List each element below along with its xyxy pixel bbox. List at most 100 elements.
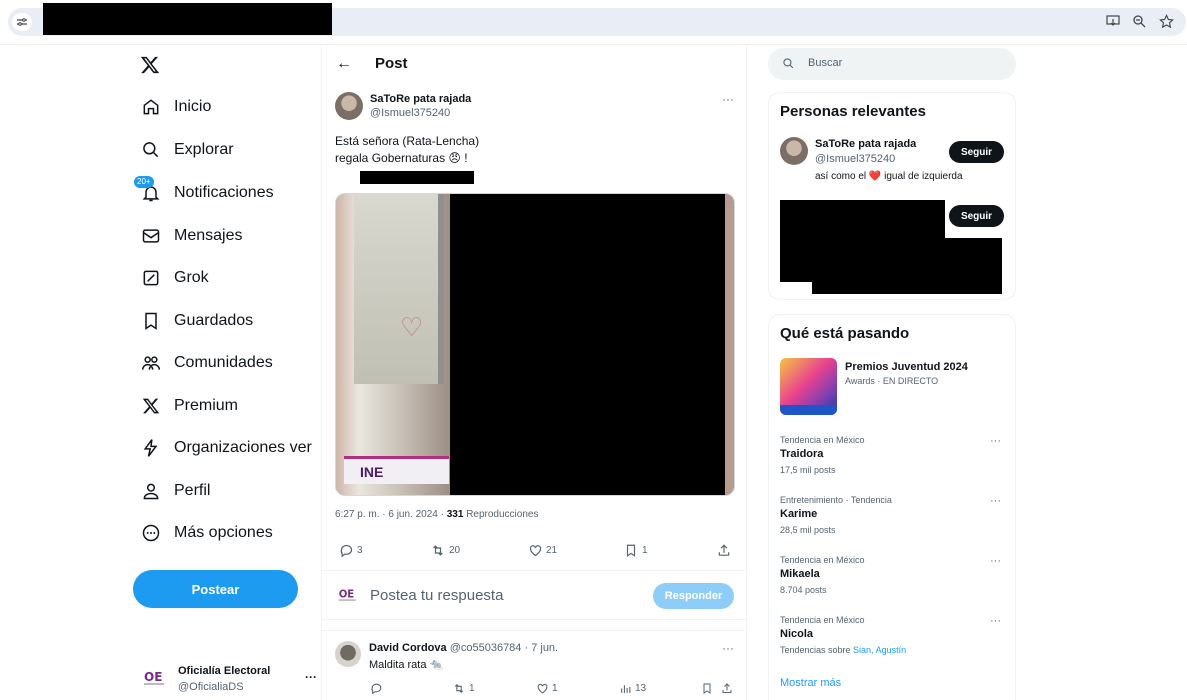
zoom-icon[interactable] bbox=[1130, 12, 1148, 30]
more-icon[interactable]: ··· bbox=[990, 555, 1001, 567]
reply-button[interactable]: Responder bbox=[653, 583, 734, 609]
heart-icon bbox=[527, 542, 543, 558]
featured-trend-sub: Awards · EN DIRECTO bbox=[845, 376, 939, 386]
post-button[interactable]: Postear bbox=[133, 570, 298, 608]
trend-related-links[interactable]: Sian, Agustín bbox=[853, 645, 906, 655]
lightning-icon bbox=[140, 437, 162, 459]
share-icon bbox=[720, 681, 734, 695]
reply-meta: @co55036784 · 7 jun. bbox=[446, 642, 559, 654]
media-mirror bbox=[354, 194, 444, 384]
browser-toolbar bbox=[0, 0, 1187, 44]
trend-item[interactable]: Entretenimiento · Tendencia Karime 28,5 … bbox=[780, 495, 1005, 545]
more-icon[interactable]: ··· bbox=[722, 92, 734, 106]
trend-posts: Tendencias sobre Sian, Agustín bbox=[780, 645, 906, 655]
nav-label: Notificaciones bbox=[174, 184, 274, 201]
trend-item[interactable]: Tendencia en México Mikaela 8.704 posts … bbox=[780, 555, 1005, 605]
bookmark-icon bbox=[700, 681, 714, 695]
reply-icon bbox=[369, 681, 383, 695]
follow-button[interactable]: Seguir bbox=[949, 141, 1004, 163]
share-action[interactable] bbox=[720, 681, 734, 695]
trend-item[interactable]: Tendencia en México Traidora 17,5 mil po… bbox=[780, 435, 1005, 485]
nav-label: Explorar bbox=[174, 141, 234, 158]
nav-item-mas-opciones[interactable]: Más opciones bbox=[140, 513, 273, 553]
more-icon[interactable]: ··· bbox=[722, 641, 734, 655]
person-handle[interactable]: @Ismuel375240 bbox=[815, 153, 895, 165]
reply-author[interactable]: David Cordova @co55036784 · 7 jun. bbox=[369, 642, 558, 654]
bookmark-action[interactable] bbox=[700, 681, 714, 695]
trend-posts: 8.704 posts bbox=[780, 585, 827, 595]
nav-label: Comunidades bbox=[174, 354, 273, 371]
svg-text:OE: OE bbox=[144, 670, 162, 684]
tweet-author-handle[interactable]: @Ismuel375240 bbox=[370, 107, 450, 119]
bookmark-star-icon[interactable] bbox=[1157, 12, 1175, 30]
reply-count: 3 bbox=[357, 544, 363, 556]
more-icon[interactable]: ··· bbox=[305, 670, 317, 684]
nav-item-explorar[interactable]: Explorar bbox=[140, 130, 234, 170]
nav-item-mensajes[interactable]: Mensajes bbox=[140, 216, 242, 256]
redacted-person bbox=[780, 238, 1002, 282]
bookmark-action[interactable]: 1 bbox=[623, 542, 648, 558]
trend-thumbnail-band bbox=[780, 405, 837, 415]
avatar[interactable] bbox=[335, 641, 361, 667]
retweet-icon bbox=[452, 681, 466, 695]
featured-trend-title[interactable]: Premios Juventud 2024 bbox=[845, 361, 968, 373]
show-more-link[interactable]: Mostrar más bbox=[780, 677, 841, 689]
nav-item-perfil[interactable]: Perfil bbox=[140, 471, 210, 511]
page-title: Post bbox=[375, 55, 408, 72]
share-action[interactable] bbox=[716, 542, 732, 558]
account-switcher[interactable]: OE Oficialía Electoral @OficialiaDS ··· bbox=[140, 660, 317, 696]
reply-tweet[interactable]: David Cordova @co55036784 · 7 jun. ··· M… bbox=[322, 630, 748, 700]
nav-item-guardados[interactable]: Guardados bbox=[140, 301, 253, 341]
more-icon[interactable]: ··· bbox=[990, 435, 1001, 447]
reply-composer[interactable]: OE Postea tu respuesta Responder bbox=[322, 570, 748, 620]
left-navigation: Inicio Explorar 20+ Notificaciones Mensa… bbox=[130, 45, 320, 700]
like-action[interactable]: 21 bbox=[527, 542, 557, 558]
retweet-count: 1 bbox=[469, 682, 475, 694]
reply-text: Maldita rata 🐀 bbox=[369, 659, 444, 671]
views-count: 331 bbox=[446, 509, 464, 520]
nav-item-premium[interactable]: Premium bbox=[140, 386, 238, 426]
trend-item[interactable]: Tendencia en México Nicola Tendencias so… bbox=[780, 615, 1005, 665]
share-icon bbox=[716, 542, 732, 558]
nav-item-organizaciones[interactable]: Organizaciones ver bbox=[140, 428, 312, 468]
like-action[interactable]: 1 bbox=[535, 681, 558, 695]
tweet-media[interactable]: ♡ INE bbox=[335, 193, 735, 496]
redacted-media bbox=[450, 194, 725, 495]
tweet-text-line: regala Gobernaturas 😠 ! bbox=[335, 151, 468, 165]
retweet-action[interactable]: 1 bbox=[452, 681, 475, 695]
nav-item-grok[interactable]: Grok bbox=[140, 258, 209, 298]
nav-item-notificaciones[interactable]: 20+ Notificaciones bbox=[134, 173, 274, 213]
retweet-action[interactable]: 20 bbox=[430, 542, 460, 558]
bookmark-count: 1 bbox=[642, 544, 648, 556]
trend-posts: 17,5 mil posts bbox=[780, 465, 836, 475]
reply-action[interactable]: 3 bbox=[338, 542, 363, 558]
tweet-author-name[interactable]: SaToRe pata rajada bbox=[370, 93, 471, 105]
trend-posts-prefix: Tendencias sobre bbox=[780, 645, 854, 655]
tweet-time[interactable]: 6:27 p. m. · 6 jun. 2024 · bbox=[335, 509, 447, 520]
more-icon[interactable]: ··· bbox=[990, 495, 1001, 507]
site-info-icon[interactable] bbox=[12, 13, 32, 31]
nav-item-inicio[interactable]: Inicio bbox=[140, 87, 211, 127]
search-input[interactable]: Buscar bbox=[768, 48, 1016, 80]
back-arrow-icon[interactable]: ← bbox=[336, 55, 352, 73]
avatar[interactable] bbox=[335, 92, 363, 120]
trend-name: Traidora bbox=[780, 448, 824, 460]
more-icon[interactable]: ··· bbox=[990, 615, 1001, 627]
reply-input[interactable]: Postea tu respuesta bbox=[370, 587, 503, 604]
trend-name: Karime bbox=[780, 508, 818, 520]
x-logo-icon[interactable] bbox=[140, 55, 164, 79]
nav-label: Mensajes bbox=[174, 227, 243, 244]
nav-item-comunidades[interactable]: Comunidades bbox=[140, 343, 273, 383]
avatar[interactable] bbox=[780, 137, 808, 165]
reply-action[interactable] bbox=[369, 681, 383, 695]
views-action[interactable]: 13 bbox=[618, 681, 646, 695]
nav-label: Organizaciones ver bbox=[174, 439, 312, 456]
trend-posts: 28,5 mil posts bbox=[780, 525, 836, 535]
tweet-text-line: Está señora (Rata-Lencha) bbox=[335, 134, 480, 148]
relevant-people-panel: Personas relevantes SaToRe pata rajada @… bbox=[768, 92, 1016, 300]
follow-button[interactable]: Seguir bbox=[949, 205, 1004, 227]
heart-drawing-icon: ♡ bbox=[400, 312, 424, 342]
install-app-icon[interactable] bbox=[1104, 12, 1122, 30]
mail-icon bbox=[140, 225, 162, 247]
person-name[interactable]: SaToRe pata rajada bbox=[815, 138, 916, 150]
